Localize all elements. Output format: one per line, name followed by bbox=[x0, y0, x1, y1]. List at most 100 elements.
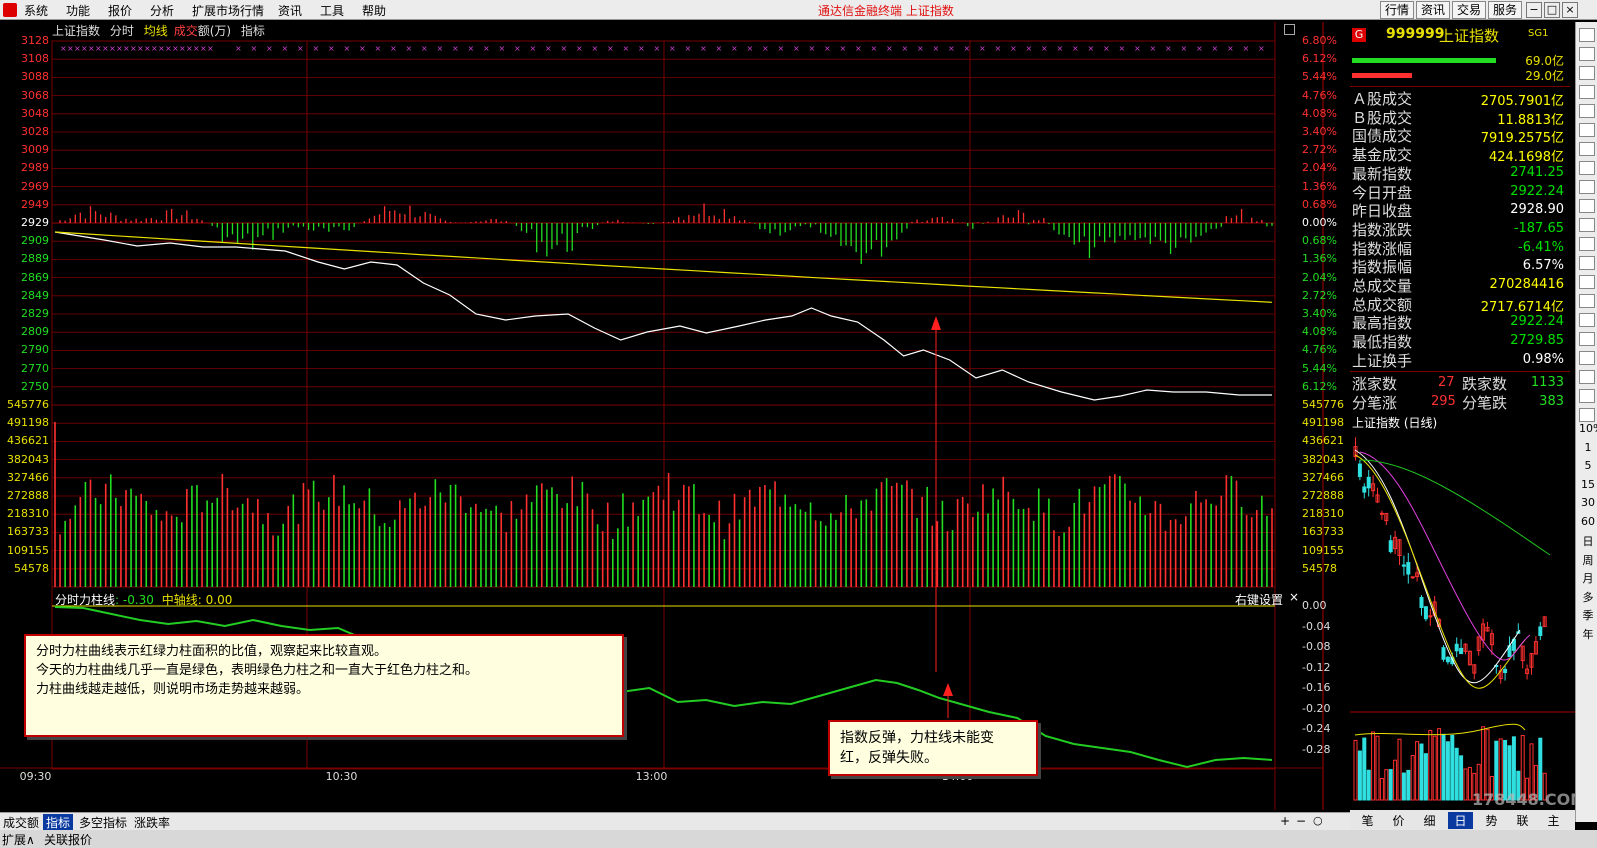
price-tick: 2949 bbox=[21, 197, 49, 211]
kline-tab[interactable]: 笔 bbox=[1355, 812, 1380, 829]
percent-tick: 6.80% bbox=[1302, 34, 1337, 47]
chart-icon[interactable] bbox=[1579, 180, 1595, 194]
mid-axis-value: : 0.00 bbox=[197, 593, 233, 607]
marker-icon: × bbox=[123, 44, 130, 53]
marker-icon: × bbox=[1103, 44, 1110, 53]
period-label[interactable]: 15 bbox=[1579, 478, 1597, 491]
price-tick: 2909 bbox=[21, 234, 49, 248]
period-label[interactable]: 5 bbox=[1579, 459, 1597, 472]
kline-volume bbox=[1428, 729, 1433, 801]
period-label[interactable]: 月 bbox=[1579, 570, 1597, 586]
kline-tab[interactable]: 细 bbox=[1417, 812, 1442, 829]
percent-tick: 0.68% bbox=[1302, 234, 1337, 248]
kline-icon[interactable] bbox=[1579, 123, 1595, 137]
time-tick: 13:00 bbox=[635, 770, 668, 783]
marker-icon: × bbox=[762, 44, 769, 53]
period-label[interactable]: 10% bbox=[1579, 422, 1597, 435]
chart-icon[interactable] bbox=[1579, 218, 1595, 232]
chart-icon[interactable] bbox=[1579, 351, 1595, 365]
kline-candle bbox=[1419, 597, 1424, 609]
list-icon[interactable] bbox=[1579, 28, 1595, 42]
zoom-out-button[interactable]: − bbox=[1296, 814, 1306, 828]
tab-turnover[interactable]: 成交额 bbox=[0, 814, 42, 831]
percent-tick: 1.36% bbox=[1302, 252, 1337, 266]
bar-icon[interactable] bbox=[1579, 85, 1595, 99]
price-tick: 2809 bbox=[21, 325, 49, 339]
chart-icon[interactable] bbox=[1579, 199, 1595, 213]
rise-count-label: 涨家数 bbox=[1352, 375, 1398, 393]
info-value: 6.57% bbox=[1522, 258, 1564, 274]
marker-icon: × bbox=[979, 44, 986, 53]
tab-long-short[interactable]: 多空指标 bbox=[76, 814, 130, 831]
info-row: 指数涨跌 -187.65 bbox=[1350, 219, 1570, 239]
chart-icon[interactable] bbox=[1579, 256, 1595, 270]
marker-icon: × bbox=[235, 44, 242, 53]
quote-button[interactable]: 行情 bbox=[1380, 1, 1414, 19]
period-label[interactable]: 日 bbox=[1579, 533, 1597, 549]
period-label[interactable]: 多 bbox=[1579, 589, 1597, 605]
kline-candle bbox=[1406, 562, 1411, 575]
related-quotes-button[interactable]: 关联报价 bbox=[44, 831, 92, 848]
period-label[interactable]: 季 bbox=[1579, 607, 1597, 623]
kline-icon[interactable] bbox=[1579, 104, 1595, 118]
marker-icon: × bbox=[144, 44, 151, 53]
chart-icon[interactable] bbox=[1579, 408, 1595, 422]
period-label[interactable]: 60 bbox=[1579, 515, 1597, 528]
kline-tab[interactable]: 主 bbox=[1541, 812, 1566, 829]
chart-icon[interactable] bbox=[1579, 313, 1595, 327]
trade-button[interactable]: 交易 bbox=[1452, 1, 1486, 19]
period-label[interactable]: 30 bbox=[1579, 496, 1597, 509]
indicator-close-icon[interactable]: × bbox=[1289, 590, 1299, 604]
kline-volume bbox=[1384, 769, 1389, 801]
settings-hint[interactable]: 右键设置 bbox=[1235, 591, 1283, 608]
info-value: -187.65 bbox=[1513, 220, 1564, 236]
marker-icon: × bbox=[995, 44, 1002, 53]
chart-icon[interactable] bbox=[1579, 161, 1595, 175]
rise-count: 27 bbox=[1438, 375, 1455, 390]
expand-button[interactable]: 扩展∧ bbox=[2, 831, 35, 848]
kline-volume bbox=[1379, 778, 1384, 801]
period-label[interactable]: 年 bbox=[1579, 626, 1597, 642]
period-label[interactable]: 周 bbox=[1579, 552, 1597, 568]
maximize-button[interactable]: □ bbox=[1544, 2, 1560, 18]
marker-icon: × bbox=[130, 44, 137, 53]
up-tick-label: 分笔涨 bbox=[1352, 394, 1398, 412]
bar-icon[interactable] bbox=[1579, 66, 1595, 80]
chart-icon[interactable] bbox=[1579, 294, 1595, 308]
close-button[interactable]: × bbox=[1562, 2, 1578, 18]
kline-tab[interactable]: 势 bbox=[1479, 812, 1504, 829]
marker-icon: × bbox=[514, 44, 521, 53]
chart-icon[interactable] bbox=[1579, 370, 1595, 384]
chart-icon[interactable] bbox=[1579, 332, 1595, 346]
tab-advance-decline[interactable]: 涨跌率 bbox=[131, 814, 173, 831]
indicator-tick: -0.08 bbox=[1302, 640, 1331, 653]
rebound-note: 指数反弹，力柱线未能变 红，反弹失败。 bbox=[828, 720, 1038, 776]
kline-tab[interactable]: 联 bbox=[1510, 812, 1535, 829]
chart-icon[interactable] bbox=[1579, 237, 1595, 251]
info-row: 基金成交 424.1698亿 bbox=[1350, 144, 1570, 165]
arrow-head bbox=[943, 683, 953, 696]
service-button[interactable]: 服务 bbox=[1488, 1, 1522, 19]
zoom-in-button[interactable]: + bbox=[1280, 814, 1290, 828]
tab-indicator[interactable]: 指标 bbox=[43, 814, 74, 831]
f10-icon[interactable] bbox=[1579, 275, 1595, 289]
marker-icon: × bbox=[95, 44, 102, 53]
kline-tab[interactable]: 日 bbox=[1448, 812, 1473, 829]
kline-tab[interactable]: 价 bbox=[1386, 812, 1411, 829]
circle-button[interactable]: ○ bbox=[1313, 814, 1323, 827]
chart-icon[interactable] bbox=[1579, 389, 1595, 403]
marker-icon: × bbox=[165, 44, 172, 53]
trend-icon[interactable] bbox=[1579, 47, 1595, 61]
minimize-button[interactable]: − bbox=[1526, 2, 1542, 18]
info-row: 指数涨幅 -6.41% bbox=[1350, 238, 1570, 258]
chart-icon[interactable] bbox=[1579, 142, 1595, 156]
period-label[interactable]: 1 bbox=[1579, 441, 1597, 454]
marker-icon: × bbox=[1041, 44, 1048, 53]
note-line: 指数反弹，力柱线未能变 bbox=[840, 730, 994, 746]
marker-icon: × bbox=[948, 44, 955, 53]
info-row: 最高指数 2922.24 bbox=[1350, 312, 1570, 332]
info-row: 最新指数 2741.25 bbox=[1350, 163, 1570, 183]
marker-icon: × bbox=[151, 44, 158, 53]
marker-icon: × bbox=[638, 44, 645, 53]
news-button[interactable]: 资讯 bbox=[1416, 1, 1450, 19]
